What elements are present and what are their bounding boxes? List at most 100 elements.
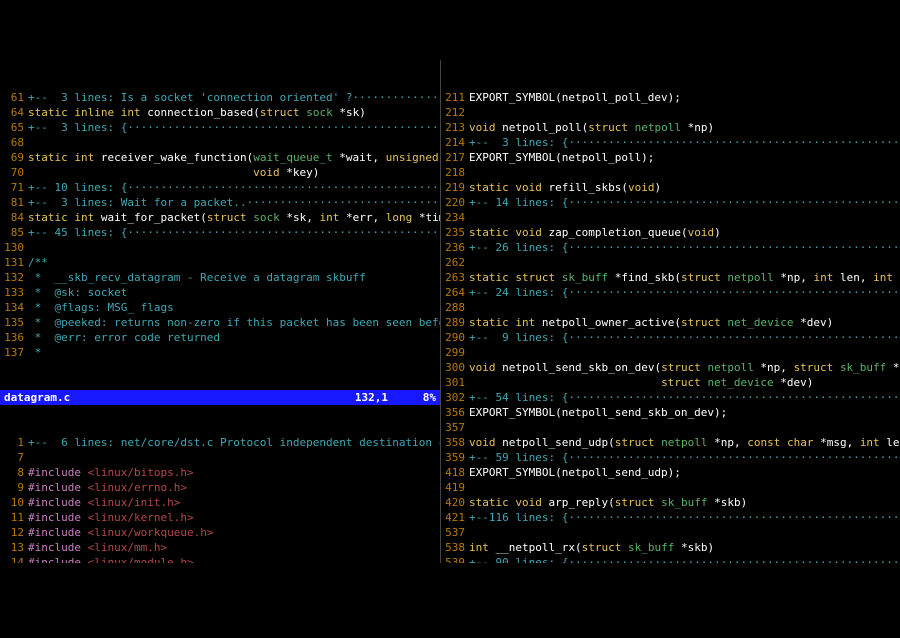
line-text: +-- 9 lines: {··························… <box>469 330 900 345</box>
line-number: 61 <box>0 90 28 105</box>
code-line[interactable]: 236+-- 26 lines: {······················… <box>441 240 900 255</box>
line-number: 12 <box>0 525 28 540</box>
code-line[interactable]: 64static inline int connection_based(str… <box>0 105 440 120</box>
line-text: * __skb_recv_datagram - Receive a datagr… <box>28 270 440 285</box>
code-line[interactable]: 300void netpoll_send_skb_on_dev(struct n… <box>441 360 900 375</box>
code-line[interactable]: 264+-- 24 lines: {······················… <box>441 285 900 300</box>
code-line[interactable]: 214+-- 3 lines: {·······················… <box>441 135 900 150</box>
code-line[interactable]: 69static int receiver_wake_function(wait… <box>0 150 440 165</box>
code-line[interactable]: 359+-- 59 lines: {······················… <box>441 450 900 465</box>
line-number: 136 <box>0 330 28 345</box>
code-line[interactable]: 418EXPORT_SYMBOL(netpoll_send_udp); <box>441 465 900 480</box>
code-line[interactable]: 420static void arp_reply(struct sk_buff … <box>441 495 900 510</box>
line-text: static int receiver_wake_function(wait_q… <box>28 150 440 165</box>
line-number: 69 <box>0 150 28 165</box>
code-line[interactable]: 132 * __skb_recv_datagram - Receive a da… <box>0 270 440 285</box>
line-text: * @peeked: returns non-zero if this pack… <box>28 315 440 330</box>
line-number: 212 <box>441 105 469 120</box>
line-number: 289 <box>441 315 469 330</box>
code-line[interactable]: 10#include <linux/init.h> <box>0 495 440 510</box>
code-line[interactable]: 290+-- 9 lines: {·······················… <box>441 330 900 345</box>
line-text: +-- 3 lines: {··························… <box>28 120 440 135</box>
code-line[interactable]: 212 <box>441 105 900 120</box>
line-number: 421 <box>441 510 469 525</box>
line-text: void netpoll_send_skb_on_dev(struct netp… <box>469 360 900 375</box>
code-line[interactable]: 213void netpoll_poll(struct netpoll *np) <box>441 120 900 135</box>
code-line[interactable]: 133 * @sk: socket <box>0 285 440 300</box>
line-text: static struct sk_buff *find_skb(struct n… <box>469 270 900 285</box>
code-line[interactable]: 130 <box>0 240 440 255</box>
code-line[interactable]: 220+-- 14 lines: {······················… <box>441 195 900 210</box>
editor-pane-right[interactable]: 211EXPORT_SYMBOL(netpoll_poll_dev);21221… <box>441 90 900 563</box>
line-number: 302 <box>441 390 469 405</box>
code-line[interactable]: 12#include <linux/workqueue.h> <box>0 525 440 540</box>
code-line[interactable]: 68 <box>0 135 440 150</box>
line-number: 301 <box>441 375 469 390</box>
line-text: #include <linux/errno.h> <box>28 480 440 495</box>
line-number: 8 <box>0 465 28 480</box>
code-line[interactable]: 135 * @peeked: returns non-zero if this … <box>0 315 440 330</box>
code-line[interactable]: 71+-- 10 lines: {·······················… <box>0 180 440 195</box>
code-line[interactable]: 131/** <box>0 255 440 270</box>
line-text: #include <linux/module.h> <box>28 555 440 563</box>
code-line[interactable]: 357 <box>441 420 900 435</box>
code-line[interactable]: 235static void zap_completion_queue(void… <box>441 225 900 240</box>
code-line[interactable]: 70 void *key) <box>0 165 440 180</box>
code-line[interactable]: 419 <box>441 480 900 495</box>
code-line[interactable]: 13#include <linux/mm.h> <box>0 540 440 555</box>
line-text: #include <linux/workqueue.h> <box>28 525 440 540</box>
code-line[interactable]: 1+-- 6 lines: net/core/dst.c Protocol in… <box>0 435 440 450</box>
line-number: 236 <box>441 240 469 255</box>
editor-pane-top-left[interactable]: 61+-- 3 lines: Is a socket 'connection o… <box>0 90 440 360</box>
line-number: 84 <box>0 210 28 225</box>
code-line[interactable]: 299 <box>441 345 900 360</box>
line-text <box>469 480 900 495</box>
code-line[interactable]: 11#include <linux/kernel.h> <box>0 510 440 525</box>
line-number: 7 <box>0 450 28 465</box>
code-line[interactable]: 9#include <linux/errno.h> <box>0 480 440 495</box>
code-line[interactable]: 61+-- 3 lines: Is a socket 'connection o… <box>0 90 440 105</box>
code-line[interactable]: 289static int netpoll_owner_active(struc… <box>441 315 900 330</box>
line-number: 10 <box>0 495 28 510</box>
code-line[interactable]: 302+-- 54 lines: {······················… <box>441 390 900 405</box>
code-line[interactable]: 421+--116 lines: {······················… <box>441 510 900 525</box>
code-line[interactable]: 211EXPORT_SYMBOL(netpoll_poll_dev); <box>441 90 900 105</box>
code-line[interactable]: 263static struct sk_buff *find_skb(struc… <box>441 270 900 285</box>
code-line[interactable]: 65+-- 3 lines: {························… <box>0 120 440 135</box>
code-line[interactable]: 219static void refill_skbs(void) <box>441 180 900 195</box>
code-line[interactable]: 538int __netpoll_rx(struct sk_buff *skb) <box>441 540 900 555</box>
line-number: 70 <box>0 165 28 180</box>
code-line[interactable]: 358void netpoll_send_udp(struct netpoll … <box>441 435 900 450</box>
code-line[interactable]: 14#include <linux/module.h> <box>0 555 440 563</box>
code-line[interactable]: 262 <box>441 255 900 270</box>
editor-pane-bottom-left[interactable]: 1+-- 6 lines: net/core/dst.c Protocol in… <box>0 435 440 563</box>
line-text: void netpoll_poll(struct netpoll *np) <box>469 120 900 135</box>
line-number: 357 <box>441 420 469 435</box>
code-line[interactable]: 137 * <box>0 345 440 360</box>
line-number: 217 <box>441 150 469 165</box>
line-text: /** <box>28 255 440 270</box>
status-percent: 8% <box>388 390 436 405</box>
code-line[interactable]: 7 <box>0 450 440 465</box>
code-line[interactable]: 539+-- 90 lines: {······················… <box>441 555 900 563</box>
line-text: EXPORT_SYMBOL(netpoll_poll); <box>469 150 900 165</box>
code-line[interactable]: 288 <box>441 300 900 315</box>
code-line[interactable]: 301 struct net_device *dev) <box>441 375 900 390</box>
code-line[interactable]: 84static int wait_for_packet(struct sock… <box>0 210 440 225</box>
code-line[interactable]: 136 * @err: error code returned <box>0 330 440 345</box>
code-line[interactable]: 537 <box>441 525 900 540</box>
line-number: 300 <box>441 360 469 375</box>
code-line[interactable]: 81+-- 3 lines: Wait for a packet..······… <box>0 195 440 210</box>
code-line[interactable]: 85+-- 45 lines: {·······················… <box>0 225 440 240</box>
code-line[interactable]: 8#include <linux/bitops.h> <box>0 465 440 480</box>
line-number: 132 <box>0 270 28 285</box>
code-line[interactable]: 134 * @flags: MSG_ flags <box>0 300 440 315</box>
code-line[interactable]: 217EXPORT_SYMBOL(netpoll_poll); <box>441 150 900 165</box>
line-number: 68 <box>0 135 28 150</box>
code-line[interactable]: 234 <box>441 210 900 225</box>
code-line[interactable]: 218 <box>441 165 900 180</box>
line-text: +-- 54 lines: {·························… <box>469 390 900 405</box>
line-number: 85 <box>0 225 28 240</box>
code-line[interactable]: 356EXPORT_SYMBOL(netpoll_send_skb_on_dev… <box>441 405 900 420</box>
line-number: 133 <box>0 285 28 300</box>
